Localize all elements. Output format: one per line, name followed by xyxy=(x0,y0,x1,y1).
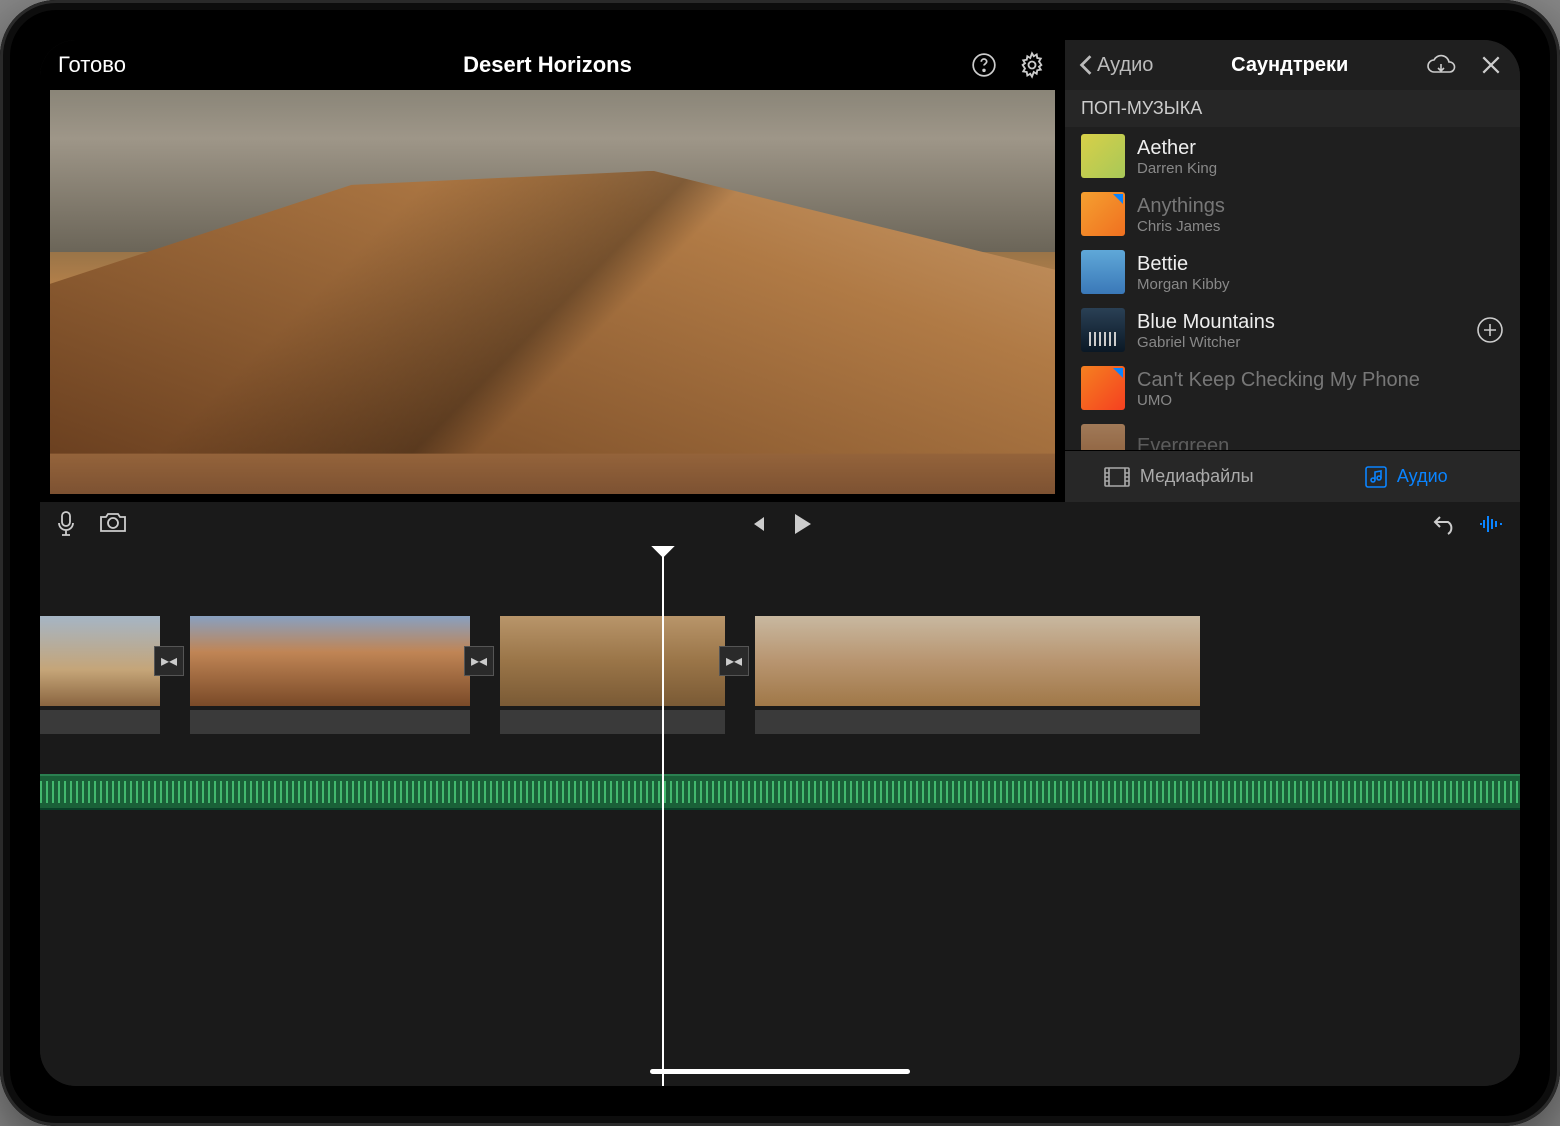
video-clip[interactable] xyxy=(755,616,1200,706)
help-icon[interactable] xyxy=(969,50,999,80)
tab-audio-label: Аудио xyxy=(1397,466,1448,487)
track-title: Bettie xyxy=(1137,252,1504,276)
album-art-icon xyxy=(1081,366,1125,410)
tab-media[interactable]: Медиафайлы xyxy=(1065,451,1293,502)
track-artist: Chris James xyxy=(1137,218,1504,235)
close-icon[interactable] xyxy=(1476,50,1506,80)
video-clip[interactable] xyxy=(40,616,160,706)
track-title: Can't Keep Checking My Phone xyxy=(1137,368,1504,392)
track-item[interactable]: Can't Keep Checking My Phone UMO xyxy=(1065,359,1520,417)
done-button[interactable]: Готово xyxy=(58,52,126,78)
timeline[interactable]: ▸◂ ▸◂ ▸◂ xyxy=(40,546,1520,1086)
settings-gear-icon[interactable] xyxy=(1017,50,1047,80)
preview-header: Готово Desert Horizons xyxy=(40,40,1065,90)
audio-sidebar: Аудио Саундтреки ПОП-МУЗЫКА xyxy=(1065,40,1520,502)
transition-icon[interactable]: ▸◂ xyxy=(154,646,184,676)
album-art-icon xyxy=(1081,192,1125,236)
video-preview[interactable] xyxy=(50,90,1055,494)
track-item[interactable]: Evergreen xyxy=(1065,417,1520,450)
section-header: ПОП-МУЗЫКА xyxy=(1065,90,1520,127)
playhead[interactable] xyxy=(662,546,664,1086)
add-track-icon[interactable] xyxy=(1476,316,1504,344)
track-title: Evergreen xyxy=(1137,434,1504,450)
track-title: Aether xyxy=(1137,136,1504,160)
track-item[interactable]: Bettie Morgan Kibby xyxy=(1065,243,1520,301)
track-item[interactable]: Anythings Chris James xyxy=(1065,185,1520,243)
track-title: Blue Mountains xyxy=(1137,310,1464,334)
download-cloud-icon[interactable] xyxy=(1426,50,1456,80)
track-item[interactable]: Aether Darren King xyxy=(1065,127,1520,185)
tab-audio[interactable]: Аудио xyxy=(1293,451,1521,502)
microphone-icon[interactable] xyxy=(56,510,76,538)
track-artist: UMO xyxy=(1137,392,1504,409)
home-indicator[interactable] xyxy=(650,1069,910,1074)
album-art-icon xyxy=(1081,134,1125,178)
album-art-icon xyxy=(1081,424,1125,450)
back-button[interactable]: Аудио xyxy=(1079,54,1153,77)
undo-icon[interactable] xyxy=(1432,513,1458,535)
track-item[interactable]: Blue Mountains Gabriel Witcher xyxy=(1065,301,1520,359)
track-list[interactable]: Aether Darren King Anythings Chris James xyxy=(1065,127,1520,450)
track-artist: Gabriel Witcher xyxy=(1137,334,1464,351)
skip-back-icon[interactable] xyxy=(747,514,767,534)
album-art-icon xyxy=(1081,250,1125,294)
track-title: Anythings xyxy=(1137,194,1504,218)
tab-media-label: Медиафайлы xyxy=(1140,466,1254,487)
track-artist: Darren King xyxy=(1137,160,1504,177)
back-label: Аудио xyxy=(1097,54,1153,77)
waveform-icon[interactable] xyxy=(1478,513,1504,535)
track-artist: Morgan Kibby xyxy=(1137,276,1504,293)
video-clip[interactable] xyxy=(190,616,470,706)
transition-icon[interactable]: ▸◂ xyxy=(719,646,749,676)
transition-icon[interactable]: ▸◂ xyxy=(464,646,494,676)
toolbar xyxy=(40,502,1520,546)
audio-track[interactable] xyxy=(40,774,1520,810)
sidebar-title: Саундтреки xyxy=(1163,54,1416,77)
play-icon[interactable] xyxy=(791,512,813,536)
album-art-icon xyxy=(1081,308,1125,352)
project-title: Desert Horizons xyxy=(126,52,969,78)
camera-icon[interactable] xyxy=(98,510,128,538)
video-clip[interactable] xyxy=(500,616,725,706)
